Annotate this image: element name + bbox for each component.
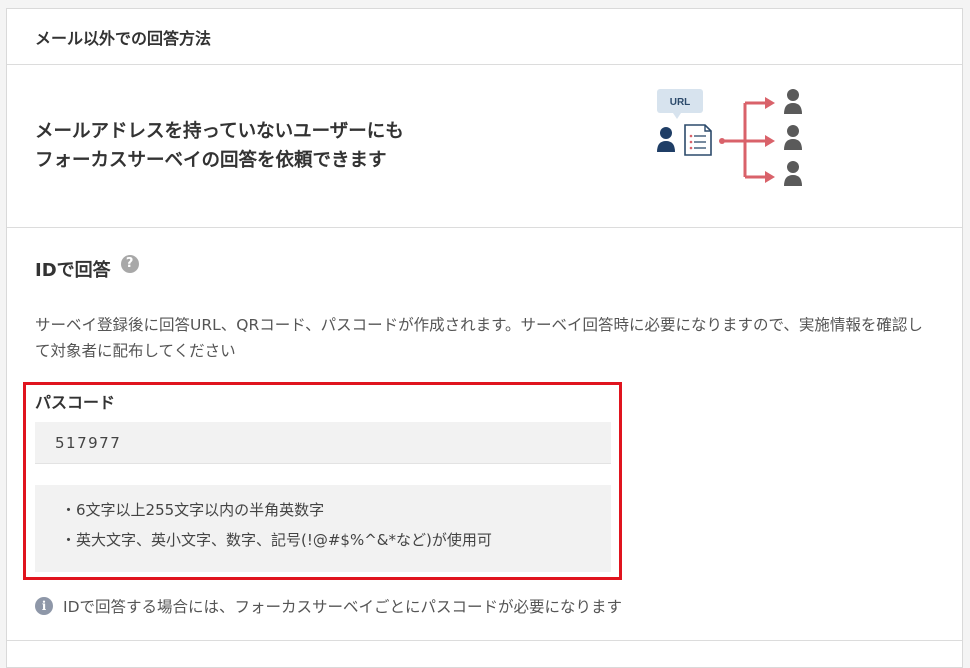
url-bubble-icon: URL — [657, 89, 703, 119]
passcode-info-note: i IDで回答する場合には、フォーカスサーベイごとにパスコードが必要になります — [35, 595, 622, 617]
info-text: IDで回答する場合には、フォーカスサーベイごとにパスコードが必要になります — [63, 598, 623, 616]
id-answer-heading: IDで回答 ? — [35, 255, 139, 282]
passcode-rules: ・6文字以上255文字以内の半角英数字 ・英大文字、英小文字、数字、記号(!@#… — [35, 485, 611, 572]
info-banner: メールアドレスを持っていないユーザーにも フォーカスサーベイの回答を依頼できます… — [7, 65, 962, 228]
sender-person-icon — [657, 127, 675, 152]
divider — [7, 640, 962, 641]
banner-text: メールアドレスを持っていないユーザーにも フォーカスサーベイの回答を依頼できます — [35, 117, 404, 175]
help-icon[interactable]: ? — [120, 255, 139, 273]
id-answer-description: サーベイ登録後に回答URL、QRコード、パスコードが作成されます。サーベイ回答時… — [35, 316, 923, 360]
url-bubble-text: URL — [670, 97, 691, 108]
passcode-label: パスコード — [35, 393, 116, 412]
answer-method-panel: メール以外での回答方法 メールアドレスを持っていないユーザーにも フォーカスサー… — [6, 8, 963, 668]
id-answer-title: IDで回答 — [35, 260, 111, 281]
banner-line-2: フォーカスサーベイの回答を依頼できます — [35, 150, 387, 171]
passcode-rule: ・6文字以上255文字以内の半角英数字 — [61, 501, 325, 519]
banner-line-1: メールアドレスを持っていないユーザーにも — [35, 121, 404, 142]
recipient-person-icon — [784, 89, 802, 186]
distribution-illustration: URL — [657, 89, 802, 186]
distribution-arrows-icon — [719, 97, 775, 183]
passcode-field[interactable]: 517977 — [35, 422, 611, 464]
info-icon: i — [35, 597, 53, 615]
document-icon — [684, 124, 712, 156]
section-title: メール以外での回答方法 — [7, 9, 962, 65]
passcode-rule: ・英大文字、英小文字、数字、記号(!@#$%^&*など)が使用可 — [61, 531, 492, 549]
